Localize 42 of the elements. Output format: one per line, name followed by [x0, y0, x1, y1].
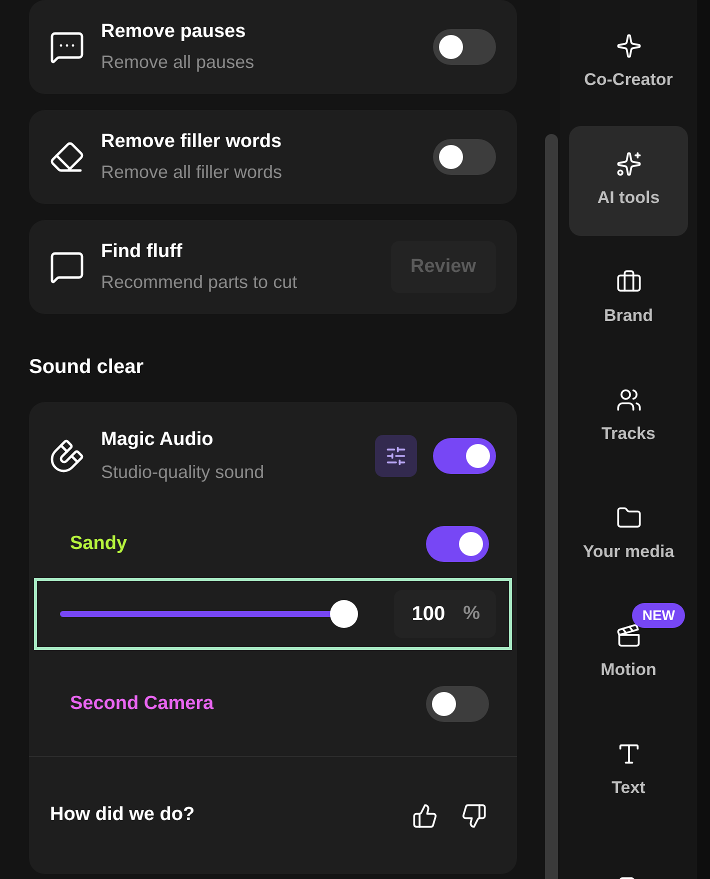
sidebar-label: Your media	[582, 541, 674, 564]
users-icon	[616, 387, 642, 414]
tool-subtitle: Remove all pauses	[101, 51, 256, 74]
value-field[interactable]: 100 %	[394, 590, 496, 638]
sidebar-label: Motion	[600, 659, 656, 682]
toggle-switch[interactable]	[426, 526, 489, 562]
sidebar-item[interactable]: Co-Creator	[569, 8, 688, 118]
sparkle-icon	[616, 33, 642, 60]
magnet-icon	[49, 438, 85, 474]
track-name: Second Camera	[70, 692, 215, 716]
sidebar-label: Brand	[604, 305, 654, 328]
volume-slider[interactable]	[60, 600, 358, 628]
tool-subtitle: Recommend parts to cut	[101, 271, 298, 294]
tool-subtitle: Studio-quality sound	[101, 461, 266, 484]
sidebar-label: Co-Creator	[584, 69, 673, 92]
tool-title: Remove pauses	[101, 20, 247, 44]
sparkles-icon	[616, 151, 642, 178]
tool-subtitle: Remove all filler words	[101, 161, 284, 184]
sidebar-label: AI tools	[597, 187, 660, 210]
scrollbar[interactable]	[545, 134, 558, 879]
feedback-question: How did we do?	[50, 803, 196, 828]
tool-title: Magic Audio	[101, 428, 214, 452]
sidebar-item[interactable]: AI tools	[569, 126, 688, 236]
sidebar-item[interactable]: Text	[569, 716, 688, 826]
track-name: Sandy	[70, 532, 128, 556]
new-badge: NEW	[632, 603, 685, 628]
sidebar-label: Text	[612, 777, 646, 800]
sliders-icon	[385, 445, 407, 467]
tool-title: Find fluff	[101, 240, 184, 264]
tool-title: Remove filler words	[101, 130, 283, 154]
sidebar-item[interactable]: NEW Motion	[569, 598, 688, 708]
clapperboard-icon	[616, 623, 642, 650]
sidebar-item[interactable]: Brand	[569, 244, 688, 354]
sidebar-item[interactable]: Your media	[569, 480, 688, 590]
toggle-switch[interactable]	[433, 29, 496, 65]
sidebar-item[interactable]: Tracks	[569, 362, 688, 472]
toggle-switch[interactable]	[433, 139, 496, 175]
toggle-switch[interactable]	[426, 686, 489, 722]
section-heading: Sound clear	[29, 355, 144, 380]
toggle-switch[interactable]	[433, 438, 496, 474]
sidebar-label: Tracks	[602, 423, 656, 446]
settings-button[interactable]	[375, 435, 417, 477]
